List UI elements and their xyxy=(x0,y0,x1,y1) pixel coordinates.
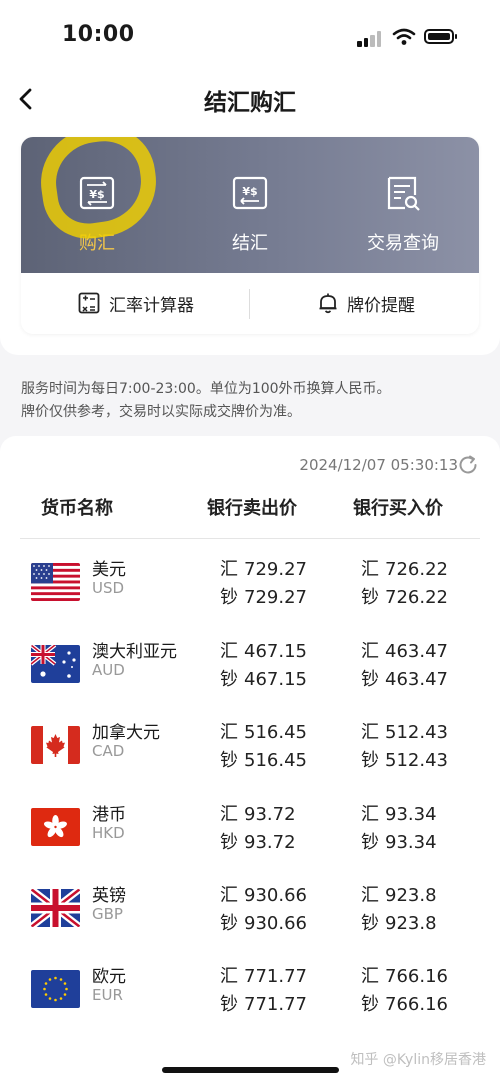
currency-code: HKD xyxy=(92,824,125,842)
sell-transfer-rate: 汇 516.45 xyxy=(220,722,307,743)
table-row[interactable]: 港币 HKD 汇 93.72 钞 93.72 汇 93.34 钞 93.34 xyxy=(0,800,500,882)
sell-transfer-rate: 汇 771.77 xyxy=(220,966,307,987)
wifi-icon xyxy=(392,28,416,45)
watermark: 知乎 @Kylin移居香港 xyxy=(350,1052,486,1068)
sell-cash-rate: 钞 729.27 xyxy=(220,587,307,608)
currency-code: EUR xyxy=(92,986,123,1004)
sell-cash-rate: 钞 930.66 xyxy=(220,913,307,934)
rate-calculator-label: 汇率计算器 xyxy=(109,296,194,316)
buy-transfer-rate: 汇 512.43 xyxy=(361,722,448,743)
sell-fx-action[interactable]: ¥$ 结汇 xyxy=(174,137,326,273)
eu-flag-icon xyxy=(31,970,80,1008)
us-flag-icon xyxy=(31,563,80,601)
table-row[interactable]: 欧元 EUR 汇 771.77 钞 771.77 汇 766.16 钞 766.16 xyxy=(0,962,500,1044)
battery-icon xyxy=(424,29,457,44)
currency-code: USD xyxy=(92,579,125,597)
header-divider xyxy=(20,538,480,539)
buy-cash-rate: 钞 463.47 xyxy=(361,669,448,690)
col-header-sell: 银行卖出价 xyxy=(207,498,297,519)
col-header-currency: 货币名称 xyxy=(41,498,113,519)
col-header-buy: 银行买入价 xyxy=(353,498,443,519)
currency-code: AUD xyxy=(92,661,125,679)
buy-transfer-rate: 汇 726.22 xyxy=(361,559,448,580)
rate-calculator-button[interactable]: 汇率计算器 xyxy=(21,273,250,334)
nav-bar: 结汇购汇 xyxy=(0,75,500,123)
buy-cash-rate: 钞 512.43 xyxy=(361,750,448,771)
hk-flag-icon xyxy=(31,808,80,846)
sell-cash-rate: 钞 93.72 xyxy=(220,832,296,853)
buy-cash-rate: 钞 923.8 xyxy=(361,913,437,934)
price-alert-button[interactable]: 牌价提醒 xyxy=(250,273,479,334)
calculator-icon xyxy=(78,292,100,314)
sell-transfer-rate: 汇 729.27 xyxy=(220,559,307,580)
currency-code: CAD xyxy=(92,742,125,760)
update-timestamp: 2024/12/07 05:30:13 xyxy=(299,456,458,474)
table-row[interactable]: 英镑 GBP 汇 930.66 钞 930.66 汇 923.8 钞 923.8 xyxy=(0,881,500,963)
buy-transfer-rate: 汇 93.34 xyxy=(361,804,437,825)
action-card: ¥$ 购汇 ¥$ 结汇 交易查询 汇率计算器 牌价提醒 xyxy=(21,137,479,334)
status-bar: 10:00 xyxy=(0,0,500,75)
sell-transfer-rate: 汇 467.15 xyxy=(220,641,307,662)
svg-text:¥$: ¥$ xyxy=(242,185,257,198)
status-time: 10:00 xyxy=(62,22,135,47)
price-alert-label: 牌价提醒 xyxy=(347,296,415,316)
table-row[interactable]: 加拿大元 CAD 汇 516.45 钞 516.45 汇 512.43 钞 512.43 xyxy=(0,718,500,800)
tool-row: 汇率计算器 牌价提醒 xyxy=(21,273,479,334)
bell-icon xyxy=(319,293,337,314)
sell-transfer-rate: 汇 930.66 xyxy=(220,885,307,906)
au-flag-icon xyxy=(31,645,80,683)
rates-panel: 2024/12/07 05:30:13 货币名称 银行卖出价 银行买入价 美元 … xyxy=(0,436,500,1084)
sell-cash-rate: 钞 516.45 xyxy=(220,750,307,771)
sell-cash-rate: 钞 771.77 xyxy=(220,994,307,1015)
sell-transfer-rate: 汇 93.72 xyxy=(220,804,296,825)
cellular-signal-icon xyxy=(357,31,383,47)
sell-cash-rate: 钞 467.15 xyxy=(220,669,307,690)
uk-flag-icon xyxy=(31,889,80,927)
currency-name: 澳大利亚元 xyxy=(92,642,177,662)
notice-line: 牌价仅供参考，交易时以实际成交牌价为准。 xyxy=(21,404,301,420)
currency-name: 美元 xyxy=(92,560,126,580)
notice-line: 服务时间为每日7:00-23:00。单位为100外币换算人民币。 xyxy=(21,381,391,397)
top-section: ¥$ 购汇 ¥$ 结汇 交易查询 汇率计算器 牌价提醒 xyxy=(0,123,500,355)
table-row[interactable]: 美元 USD 汇 729.27 钞 729.27 汇 726.22 钞 726.22 xyxy=(0,555,500,637)
currency-name: 港币 xyxy=(92,805,126,825)
buy-cash-rate: 钞 766.16 xyxy=(361,994,448,1015)
table-row[interactable]: 澳大利亚元 AUD 汇 467.15 钞 467.15 汇 463.47 钞 463.4… xyxy=(0,637,500,719)
sell-fx-label: 结汇 xyxy=(232,233,268,254)
ca-flag-icon xyxy=(31,726,80,764)
currency-code: GBP xyxy=(92,905,123,923)
service-notice: 服务时间为每日7:00-23:00。单位为100外币换算人民币。 牌价仅供参考，… xyxy=(21,378,481,424)
currency-name: 英镑 xyxy=(92,886,126,906)
transaction-query-action[interactable]: 交易查询 xyxy=(327,137,479,273)
currency-name: 欧元 xyxy=(92,967,126,987)
page-title: 结汇购汇 xyxy=(204,90,296,116)
refresh-icon[interactable] xyxy=(457,454,479,476)
transaction-query-label: 交易查询 xyxy=(367,233,439,254)
buy-cash-rate: 钞 726.22 xyxy=(361,587,448,608)
buy-transfer-rate: 汇 463.47 xyxy=(361,641,448,662)
buy-transfer-rate: 汇 923.8 xyxy=(361,885,437,906)
currency-name: 加拿大元 xyxy=(92,723,160,743)
buy-cash-rate: 钞 93.34 xyxy=(361,832,437,853)
exchange-out-icon: ¥$ xyxy=(232,176,268,210)
document-search-icon xyxy=(387,176,420,211)
buy-transfer-rate: 汇 766.16 xyxy=(361,966,448,987)
home-indicator[interactable] xyxy=(162,1067,339,1073)
